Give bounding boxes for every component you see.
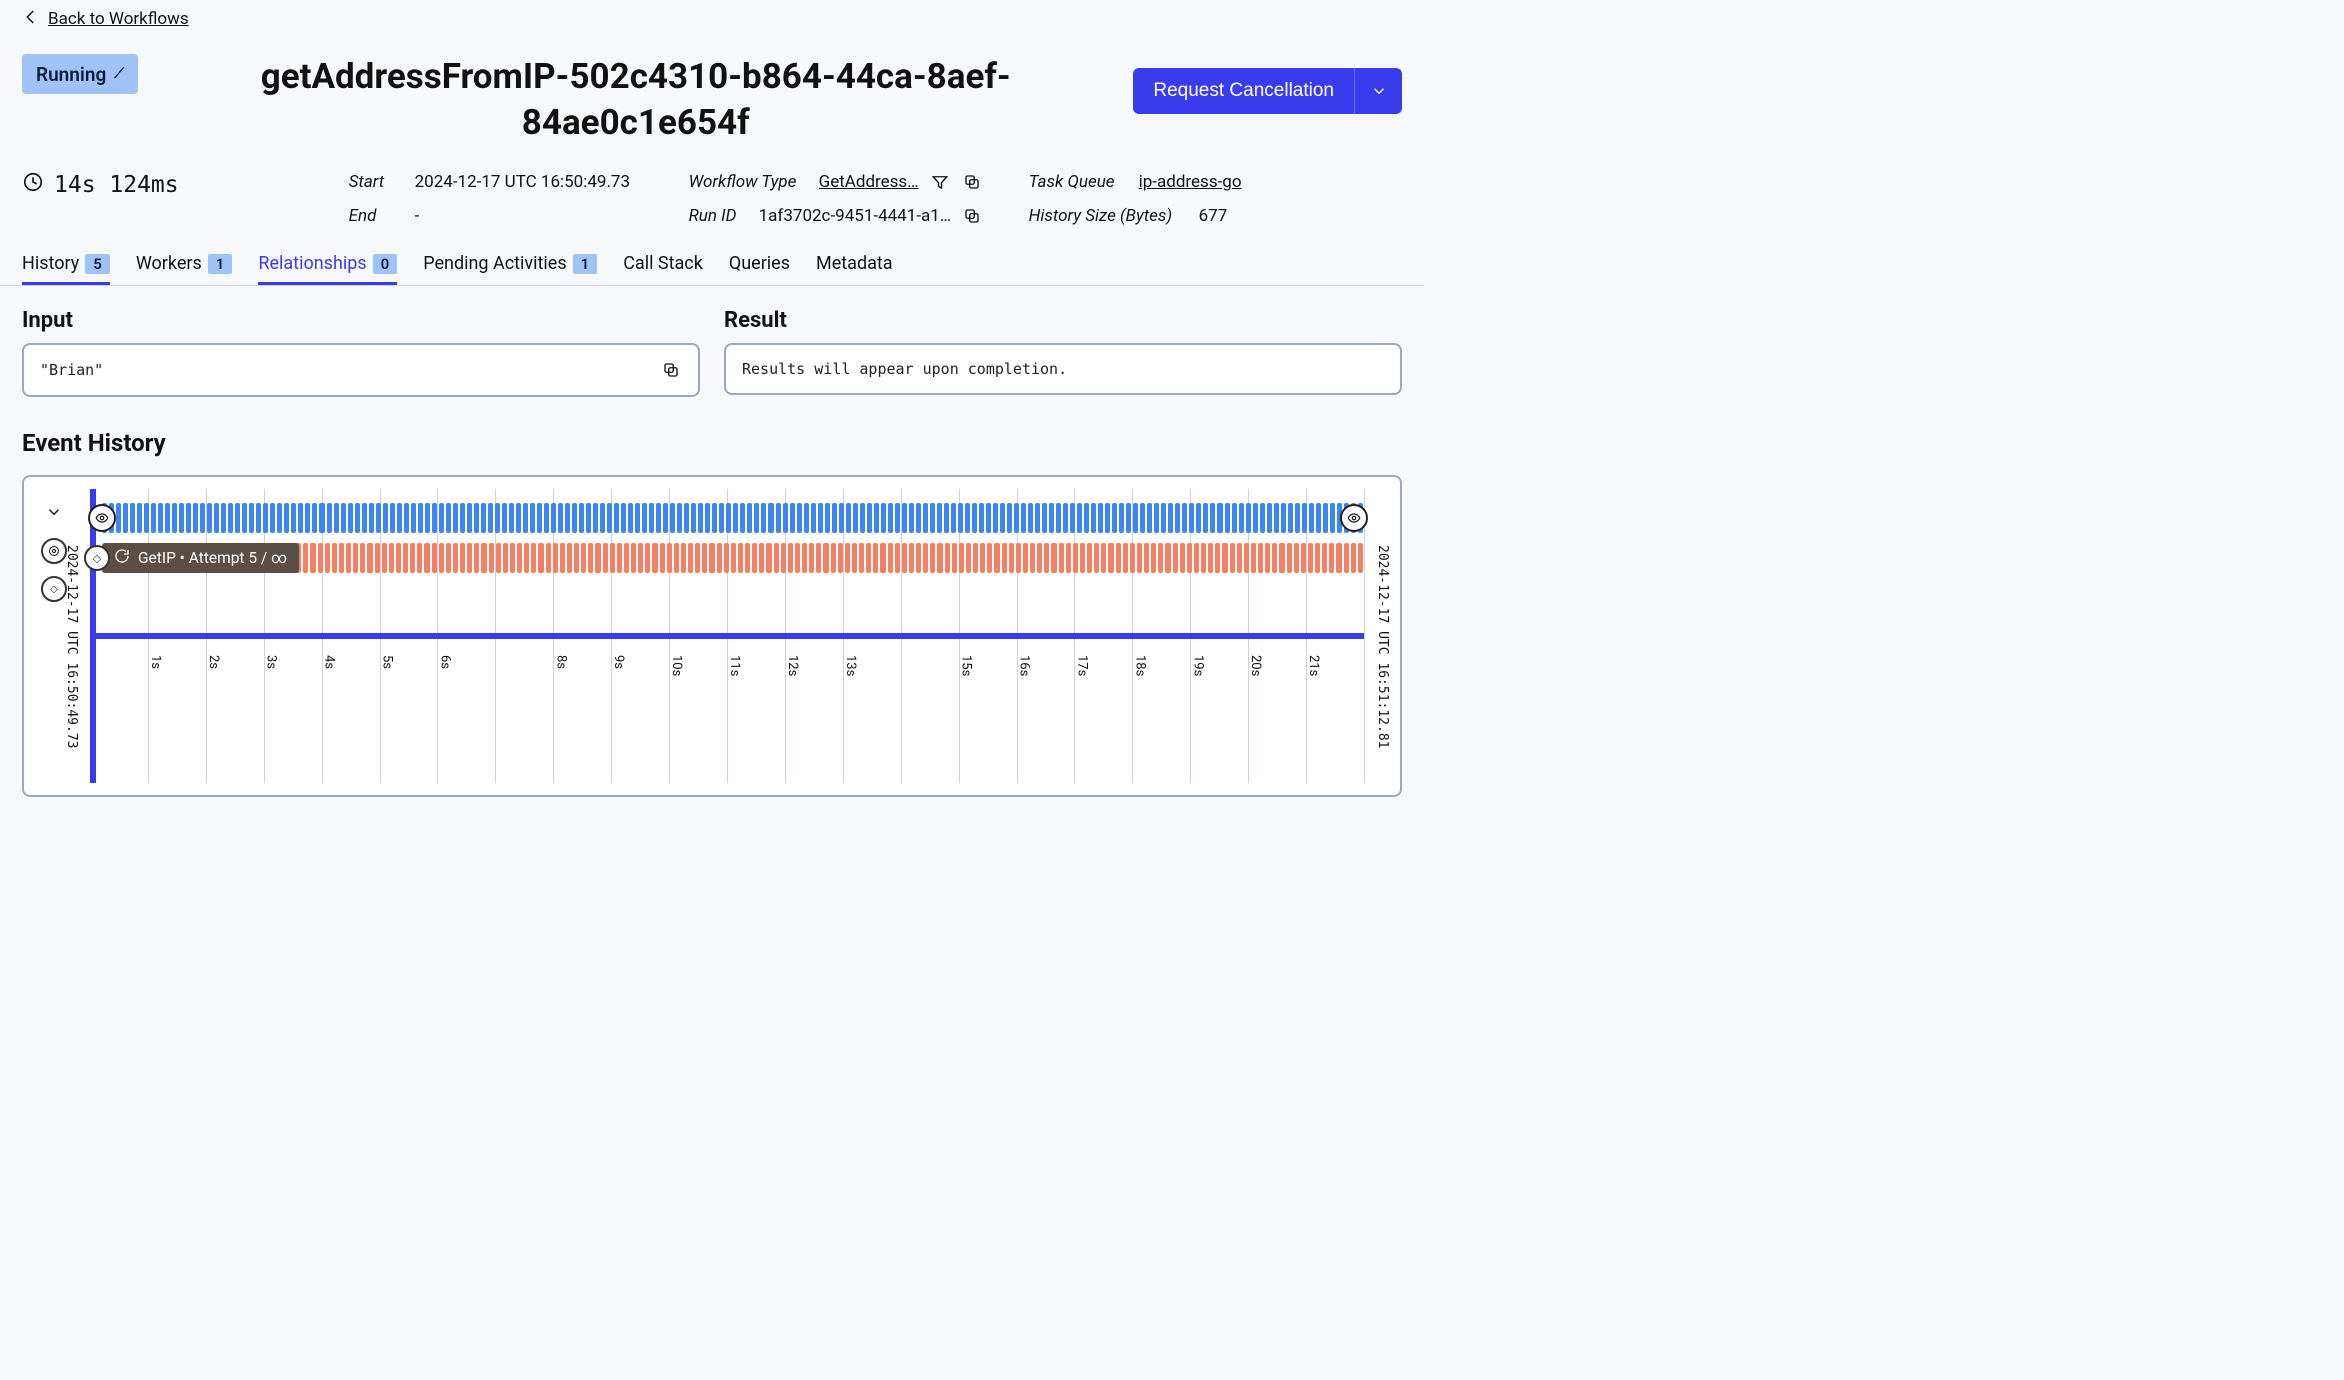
tab-metadata-label: Metadata bbox=[816, 253, 893, 274]
tick-label: 3s bbox=[264, 655, 279, 669]
tab-workers-label: Workers bbox=[136, 253, 202, 274]
tab-workers[interactable]: Workers 1 bbox=[136, 253, 233, 285]
status-label: Running bbox=[36, 65, 106, 84]
tick-label: 8s bbox=[553, 655, 568, 669]
tab-relationships[interactable]: Relationships 0 bbox=[258, 253, 397, 285]
event-history-timeline: ◇ 2024-12-17 UTC 16:50:49.73 bbox=[22, 475, 1402, 797]
input-heading: Input bbox=[22, 308, 700, 333]
tab-queries-label: Queries bbox=[729, 253, 790, 274]
tab-history[interactable]: History 5 bbox=[22, 253, 110, 285]
tab-pending-activities[interactable]: Pending Activities 1 bbox=[423, 253, 597, 285]
event-history-heading: Event History bbox=[22, 429, 1402, 457]
result-value: Results will appear upon completion. bbox=[742, 360, 1067, 378]
workflow-track bbox=[102, 503, 1364, 533]
tab-history-count: 5 bbox=[85, 254, 110, 274]
clock-icon bbox=[22, 171, 44, 199]
tick-label: 12s bbox=[785, 655, 800, 676]
result-box: Results will appear upon completion. bbox=[724, 343, 1402, 395]
tick-label: 20s bbox=[1248, 655, 1263, 676]
tab-queries[interactable]: Queries bbox=[729, 253, 790, 285]
tab-pending-label: Pending Activities bbox=[423, 253, 566, 274]
status-badge: Running ⟋ bbox=[22, 54, 138, 94]
start-label: Start bbox=[349, 172, 405, 192]
end-label: End bbox=[349, 206, 405, 226]
tick-label: 16s bbox=[1017, 655, 1032, 676]
back-link-label[interactable]: Back to Workflows bbox=[48, 9, 189, 29]
tick-label: 13s bbox=[843, 655, 858, 676]
timeline-x-axis: 1s 2s 3s 4s 5s 6s 8s 9s 10s 11s 12s 13s 15s 16s 17s 18s… bbox=[90, 655, 1364, 683]
back-to-workflows[interactable]: Back to Workflows bbox=[22, 8, 1402, 30]
start-value: 2024-12-17 UTC 16:50:49.73 bbox=[415, 172, 630, 192]
tick-label: 19s bbox=[1190, 655, 1205, 676]
tab-relationships-label: Relationships bbox=[258, 253, 366, 274]
duration-value: 14s 124ms bbox=[54, 172, 179, 198]
collapse-toggle[interactable] bbox=[45, 503, 63, 526]
tab-metadata[interactable]: Metadata bbox=[816, 253, 893, 285]
run-id-value: 1af3702c-9451-4441-a1… bbox=[759, 206, 952, 226]
tabs: History 5 Workers 1 Relationships 0 Pend… bbox=[0, 253, 1424, 286]
activity-attempt-pill[interactable]: ◇ GetIP • Attempt 5 / ∞ bbox=[102, 543, 299, 573]
input-box: "Brian" bbox=[22, 343, 700, 397]
workflow-title: getAddressFromIP-502c4310-b864-44ca-8aef… bbox=[226, 54, 1046, 145]
tab-callstack-label: Call Stack bbox=[623, 253, 703, 274]
tick-label: 15s bbox=[959, 655, 974, 676]
tab-relationships-count: 0 bbox=[373, 254, 398, 274]
duration: 14s 124ms bbox=[22, 171, 179, 199]
range-handle-end[interactable] bbox=[1340, 504, 1368, 532]
workflow-type-label: Workflow Type bbox=[689, 172, 809, 192]
workflow-type-value[interactable]: GetAddress… bbox=[819, 172, 919, 192]
running-pulse-icon: ⟋ bbox=[114, 67, 124, 81]
input-value: "Brian" bbox=[40, 361, 103, 379]
result-heading: Result bbox=[724, 308, 1402, 333]
run-id-label: Run ID bbox=[689, 206, 749, 226]
range-handle-start[interactable] bbox=[88, 504, 116, 532]
task-queue-value[interactable]: ip-address-go bbox=[1139, 172, 1242, 192]
timeline-start-ts: 2024-12-17 UTC 16:50:49.73 bbox=[64, 545, 79, 749]
tick-label: 5s bbox=[380, 655, 395, 669]
tick-label: 17s bbox=[1074, 655, 1089, 676]
tick-label: 1s bbox=[148, 655, 163, 669]
retry-icon bbox=[114, 548, 130, 568]
copy-icon[interactable] bbox=[961, 205, 983, 227]
task-queue-label: Task Queue bbox=[1029, 172, 1129, 192]
filter-icon[interactable] bbox=[929, 171, 951, 193]
tick-label: 11s bbox=[727, 655, 742, 676]
tab-workers-count: 1 bbox=[208, 254, 233, 274]
activity-track bbox=[118, 543, 1364, 573]
tick-label: 21s bbox=[1306, 655, 1321, 676]
tick-label: 4s bbox=[322, 655, 337, 669]
tick-label: 6s bbox=[437, 655, 452, 669]
tick-label: 18s bbox=[1132, 655, 1147, 676]
tab-pending-count: 1 bbox=[573, 254, 598, 274]
timeline-end-ts: 2024-12-17 UTC 16:51:12.81 bbox=[1375, 545, 1390, 749]
cancellation-menu-caret[interactable] bbox=[1354, 68, 1402, 114]
copy-icon[interactable] bbox=[660, 359, 682, 381]
attempt-label: GetIP • Attempt 5 / ∞ bbox=[138, 549, 287, 567]
copy-icon[interactable] bbox=[961, 171, 983, 193]
history-size-label: History Size (Bytes) bbox=[1029, 206, 1189, 226]
tab-call-stack[interactable]: Call Stack bbox=[623, 253, 703, 285]
chevron-left-icon bbox=[22, 7, 40, 31]
tick-label: 10s bbox=[669, 655, 684, 676]
tick-label: 2s bbox=[206, 655, 221, 669]
end-value: - bbox=[415, 206, 420, 226]
tick-label: 9s bbox=[611, 655, 626, 669]
diamond-icon: ◇ bbox=[84, 545, 110, 571]
request-cancellation-button[interactable]: Request Cancellation bbox=[1133, 68, 1354, 114]
history-size-value: 677 bbox=[1199, 206, 1228, 226]
timeline-baseline bbox=[90, 633, 1364, 639]
tab-history-label: History bbox=[22, 253, 79, 274]
